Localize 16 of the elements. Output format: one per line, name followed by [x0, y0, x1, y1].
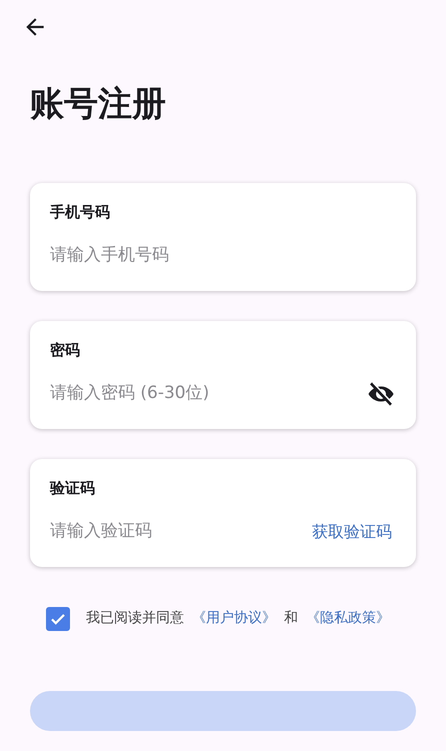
- input-field[interactable]: 请输入手机号码: [50, 233, 396, 279]
- input-card[interactable]: 密码 请输入密码 (6-30位): [30, 320, 416, 429]
- input-card[interactable]: 手机号码 请输入手机号码: [30, 182, 416, 291]
- agreement-text: 和: [284, 609, 298, 628]
- field-label: 验证码: [50, 478, 96, 499]
- input-card[interactable]: 验证码 请输入验证码 获取验证码: [30, 458, 416, 567]
- input-field[interactable]: 请输入密码 (6-30位): [50, 371, 366, 417]
- page-title: 账号注册: [30, 84, 167, 125]
- agreement-link[interactable]: 《用户协议》: [192, 608, 276, 630]
- agreement-text: 我已阅读并同意: [86, 609, 184, 628]
- agreement-link[interactable]: 《隐私政策》: [306, 608, 390, 630]
- input-field[interactable]: 请输入验证码: [50, 509, 308, 555]
- field-label: 密码: [50, 340, 81, 361]
- field-label: 手机号码: [50, 202, 111, 223]
- agree-checkbox[interactable]: [46, 606, 70, 631]
- get-code-button[interactable]: 获取验证码: [308, 520, 396, 544]
